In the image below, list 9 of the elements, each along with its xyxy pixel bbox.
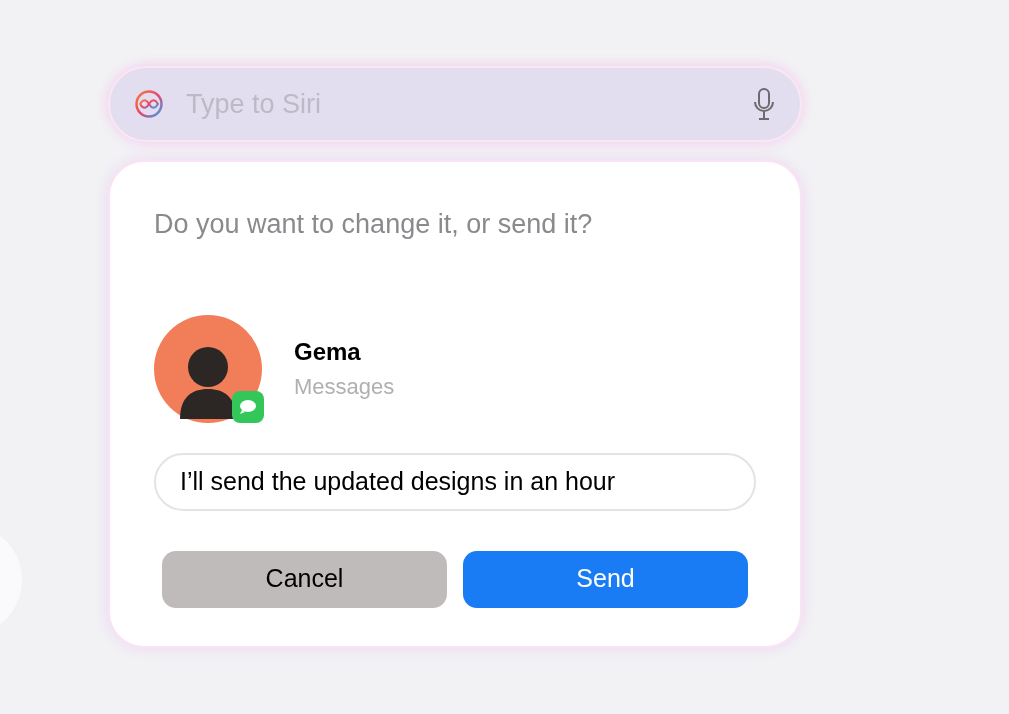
messages-app-icon [232, 390, 264, 423]
contact-app: Messages [294, 373, 395, 401]
send-button[interactable]: Send [463, 550, 748, 608]
prompt-text: Do you want to change it, or send it? [154, 208, 594, 241]
message-field[interactable]: I’ll send the updated designs in an hour [154, 452, 756, 511]
cancel-button[interactable]: Cancel [162, 550, 447, 608]
siri-logo-icon [134, 89, 164, 119]
microphone-icon[interactable] [752, 87, 776, 121]
contact-name: Gema [294, 337, 362, 367]
